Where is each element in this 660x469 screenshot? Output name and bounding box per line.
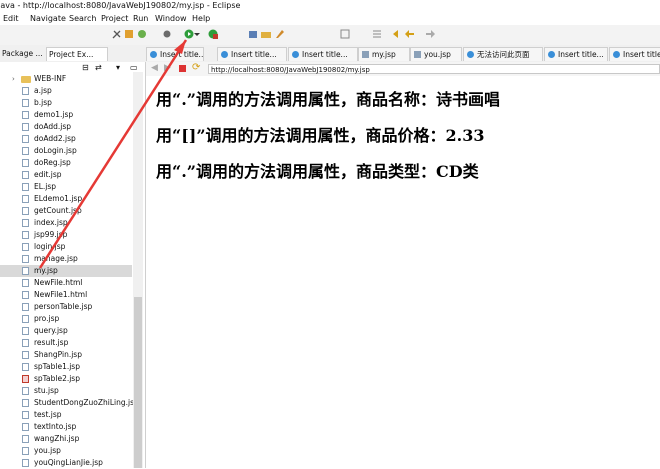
arrow-head xyxy=(174,40,186,54)
arrow-shaft xyxy=(38,39,188,269)
annotation-arrow xyxy=(38,39,188,269)
